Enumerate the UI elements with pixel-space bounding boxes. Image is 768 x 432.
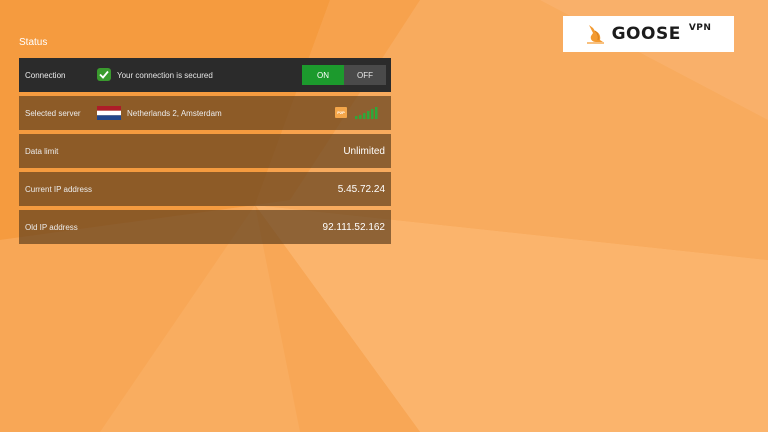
- logo-name: GOOSE: [611, 23, 681, 44]
- current-ip-label: Current IP address: [25, 184, 92, 194]
- selected-server-row[interactable]: Selected server Netherlands 2, Amsterdam…: [19, 96, 391, 130]
- check-icon: [97, 68, 111, 81]
- status-list: Connection Your connection is secured ON…: [19, 58, 391, 248]
- connection-row: Connection Your connection is secured ON…: [19, 58, 391, 92]
- data-limit-label: Data limit: [25, 146, 59, 156]
- data-limit-row: Data limit Unlimited: [19, 134, 391, 168]
- signal-strength-icon: [355, 105, 381, 119]
- server-name: Netherlands 2, Amsterdam: [127, 108, 222, 118]
- netherlands-flag-icon: [97, 106, 121, 120]
- data-limit-value: Unlimited: [343, 145, 385, 157]
- toggle-off-button[interactable]: OFF: [344, 65, 386, 85]
- selected-server-label: Selected server: [25, 108, 81, 118]
- old-ip-label: Old IP address: [25, 222, 78, 232]
- goose-logo-icon: [586, 25, 604, 44]
- connection-toggle[interactable]: ON OFF: [302, 65, 386, 85]
- connection-label: Connection: [25, 70, 66, 80]
- toggle-on-button[interactable]: ON: [302, 65, 344, 85]
- old-ip-row: Old IP address 92.111.52.162: [19, 210, 391, 244]
- connection-status-text: Your connection is secured: [117, 70, 213, 80]
- status-title: Status: [19, 37, 48, 48]
- logo-sup: VPN: [688, 23, 712, 33]
- current-ip-row: Current IP address 5.45.72.24: [19, 172, 391, 206]
- current-ip-value: 5.45.72.24: [337, 183, 385, 195]
- goose-vpn-logo: GOOSE VPN: [563, 16, 734, 52]
- old-ip-value: 92.111.52.162: [322, 221, 385, 233]
- p2p-icon: P2P: [335, 107, 347, 118]
